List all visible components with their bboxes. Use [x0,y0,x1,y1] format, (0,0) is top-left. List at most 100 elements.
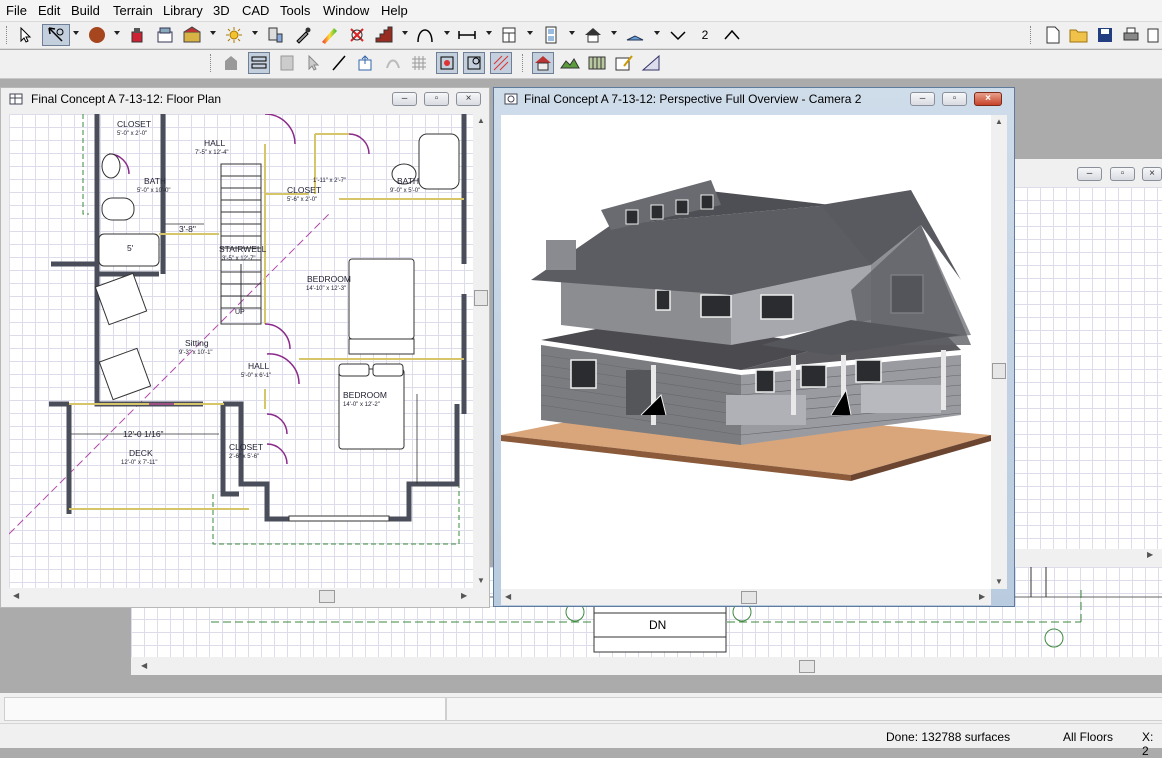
export-icon[interactable] [354,52,376,74]
close-button[interactable]: × [974,92,1002,106]
layer-display-icon[interactable] [248,52,270,74]
bedroom1-label: BEDROOM [307,274,351,284]
camera-window[interactable]: Final Concept A 7-13-12: Perspective Ful… [493,87,1015,607]
chevron-up-icon[interactable] [721,24,743,46]
close-button[interactable]: × [456,92,481,106]
plan-view-icon[interactable] [532,52,554,74]
minimize-button[interactable]: – [392,92,417,106]
build-icon[interactable] [181,24,203,46]
toolbar-grip[interactable] [210,54,213,72]
scroll-thumb[interactable] [741,591,757,604]
maximize-button[interactable]: ▫ [1110,167,1135,181]
object-snap-icon[interactable] [490,52,512,74]
terrain-icon[interactable] [624,24,646,46]
new-file-icon[interactable] [1042,24,1064,46]
hall1-dim: 7'-5" x 12'-4" [195,150,229,156]
number-button[interactable]: 2 [694,24,716,46]
material-icon[interactable] [86,24,108,46]
menu-build[interactable]: Build [71,3,100,18]
check-icon[interactable] [667,24,689,46]
open-folder-icon[interactable] [1068,24,1090,46]
toolbar-grip[interactable] [1030,26,1033,44]
minimize-button[interactable]: – [910,92,935,106]
terrain-view-icon[interactable] [559,52,581,74]
print-icon[interactable] [1120,24,1142,46]
bedroom2-dim: 14'-0" x 12'-2" [343,402,380,408]
status-input-area[interactable] [4,697,446,721]
menu-terrain[interactable]: Terrain [113,3,153,18]
minimize-button[interactable]: – [1077,167,1102,181]
copy-icon[interactable] [1146,24,1162,46]
stairwell-label: STAIRWELL [219,244,267,254]
line-tool-icon[interactable] [328,52,350,74]
select-object-icon[interactable] [302,52,324,74]
select-icon[interactable] [14,24,36,46]
snap-grid-icon[interactable] [436,52,458,74]
camera-titlebar[interactable]: Final Concept A 7-13-12: Perspective Ful… [494,88,1014,110]
house-rendering [501,180,991,481]
curve-icon[interactable] [382,52,404,74]
light-icon[interactable] [223,24,245,46]
closet1-label: CLOSET [117,119,151,129]
horizontal-scrollbar[interactable]: ◀ [131,657,1162,675]
maximize-button[interactable]: ▫ [942,92,967,106]
paint-bucket-icon[interactable] [127,24,149,46]
material-painter-icon[interactable] [318,24,340,46]
toolbar-grip[interactable] [522,54,525,72]
stair-icon[interactable] [373,24,395,46]
menu-library[interactable]: Library [163,3,203,18]
vertical-scrollbar[interactable]: ▲ ▼ [473,114,489,588]
window-icon[interactable] [540,24,562,46]
menu-3d[interactable]: 3D [213,3,230,18]
floor-plan-titlebar[interactable]: Final Concept A 7-13-12: Floor Plan – ▫ … [1,88,489,110]
sitting-label: Sitting [185,338,209,348]
edit-view-icon[interactable] [613,52,635,74]
toolbar-grip[interactable] [6,26,9,44]
camera-render-canvas[interactable] [501,115,991,589]
deck-label: DECK [129,448,153,458]
vertical-scrollbar[interactable]: ▲ ▼ [991,115,1007,589]
arc-tool-icon[interactable] [414,24,436,46]
main-toolbar: 2 [0,22,1162,49]
closet2-label: CLOSET [287,185,321,195]
hall1-label: HALL [204,138,226,148]
eyedropper-icon[interactable] [292,24,314,46]
status-coord: X: 2 [1142,730,1154,758]
closet3-label: CLOSET [229,442,263,452]
triangle-icon[interactable] [640,52,662,74]
up-label: UP [235,309,245,316]
maximize-button[interactable]: ▫ [424,92,449,106]
menu-file[interactable]: File [6,3,27,18]
roof-icon[interactable] [582,24,604,46]
menu-window[interactable]: Window [323,3,369,18]
grid-icon[interactable] [408,52,430,74]
scroll-thumb[interactable] [474,290,488,306]
scroll-thumb[interactable] [992,363,1006,379]
camera-view-icon [504,93,518,105]
camera-icon[interactable] [264,24,286,46]
scroll-thumb[interactable] [799,660,815,673]
delete-surface-icon[interactable] [346,24,368,46]
fill-style-icon[interactable] [276,52,298,74]
menu-help[interactable]: Help [381,3,408,18]
dimension-icon[interactable] [456,24,478,46]
menu-tools[interactable]: Tools [280,3,310,18]
save-icon[interactable] [1094,24,1116,46]
floor-plan-window[interactable]: Final Concept A 7-13-12: Floor Plan – ▫ … [0,87,490,608]
framing-view-icon[interactable] [586,52,608,74]
scroll-thumb[interactable] [319,590,335,603]
angle-snap-icon[interactable] [463,52,485,74]
wall-tool-icon[interactable] [220,52,242,74]
closet3-dim: 2'-6" x 5'-6" [229,454,259,460]
cabinet-tool-icon[interactable] [498,24,520,46]
close-button[interactable]: × [1142,167,1162,181]
cabinet-icon[interactable] [154,24,176,46]
bath1-label: BATH [144,176,166,186]
edit-tool-icon[interactable] [42,24,70,46]
menu-cad[interactable]: CAD [242,3,269,18]
right-background-window[interactable]: – ▫ × ▶ [1014,159,1162,567]
horizontal-scrollbar[interactable]: ◀ ▶ [9,588,473,604]
horizontal-scrollbar[interactable]: ◀ ▶ [501,589,991,605]
floor-plan-canvas[interactable]: CLOSET 5'-0" x 2'-0" HALL 7'-5" x 12'-4"… [9,114,473,588]
menu-edit[interactable]: Edit [38,3,60,18]
